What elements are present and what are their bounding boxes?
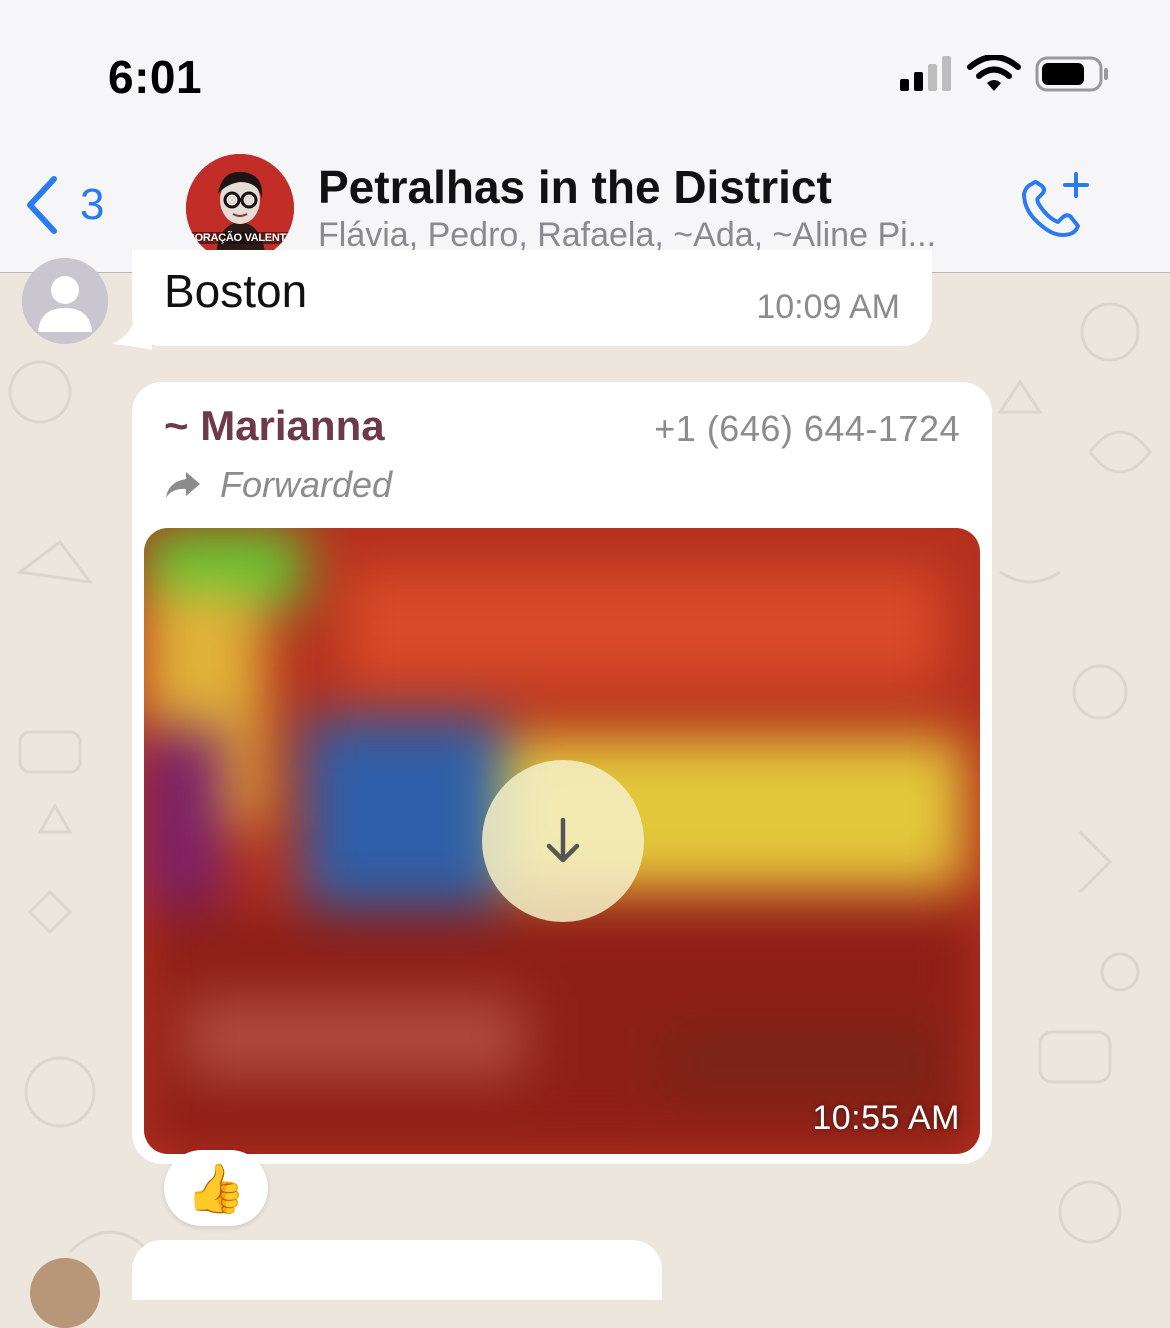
download-arrow-icon <box>546 817 580 863</box>
message-bubble[interactable]: ~ Marianna +1 (646) 644-1724 Forwarded 1… <box>132 382 992 1164</box>
battery-icon <box>1035 56 1108 92</box>
status-icons <box>900 54 1110 100</box>
reaction-badge[interactable]: 👍 <box>164 1150 268 1226</box>
status-time: 6:01 <box>108 51 203 103</box>
sender-avatar[interactable] <box>22 258 108 344</box>
forwarded-label: Forwarded <box>220 464 393 505</box>
sender-avatar[interactable] <box>30 1258 100 1328</box>
message-bubble[interactable] <box>132 1240 662 1300</box>
message-text: Boston <box>164 265 308 317</box>
signal-icon <box>900 56 951 91</box>
chat-title[interactable]: Petralhas in the District <box>318 160 832 214</box>
person-icon <box>22 258 108 344</box>
unread-count: 3 <box>80 180 105 229</box>
status-bar: 6:01 <box>0 0 1170 140</box>
portrait-image <box>186 154 294 262</box>
forward-arrow-icon <box>166 472 200 498</box>
message-author[interactable]: ~ Marianna <box>164 402 385 450</box>
message-bubble[interactable]: Boston 10:09 AM <box>132 250 932 346</box>
author-phone: +1 (646) 644-1724 <box>654 408 960 449</box>
download-button[interactable] <box>482 760 644 922</box>
avatar-caption: CORAÇÃO VALENTE <box>186 232 294 244</box>
group-avatar[interactable]: CORAÇÃO VALENTE <box>186 154 294 262</box>
phone-plus-icon <box>1022 172 1089 237</box>
back-button[interactable]: 3 <box>24 175 104 235</box>
chevron-left-icon <box>27 176 57 234</box>
image-attachment[interactable]: 10:55 AM <box>144 528 980 1154</box>
message-timestamp: 10:55 AM <box>812 1099 960 1137</box>
wifi-icon <box>967 54 1021 91</box>
forwarded-indicator: Forwarded <box>164 464 392 506</box>
message-timestamp: 10:09 AM <box>756 288 900 326</box>
add-call-button[interactable] <box>1018 170 1092 245</box>
